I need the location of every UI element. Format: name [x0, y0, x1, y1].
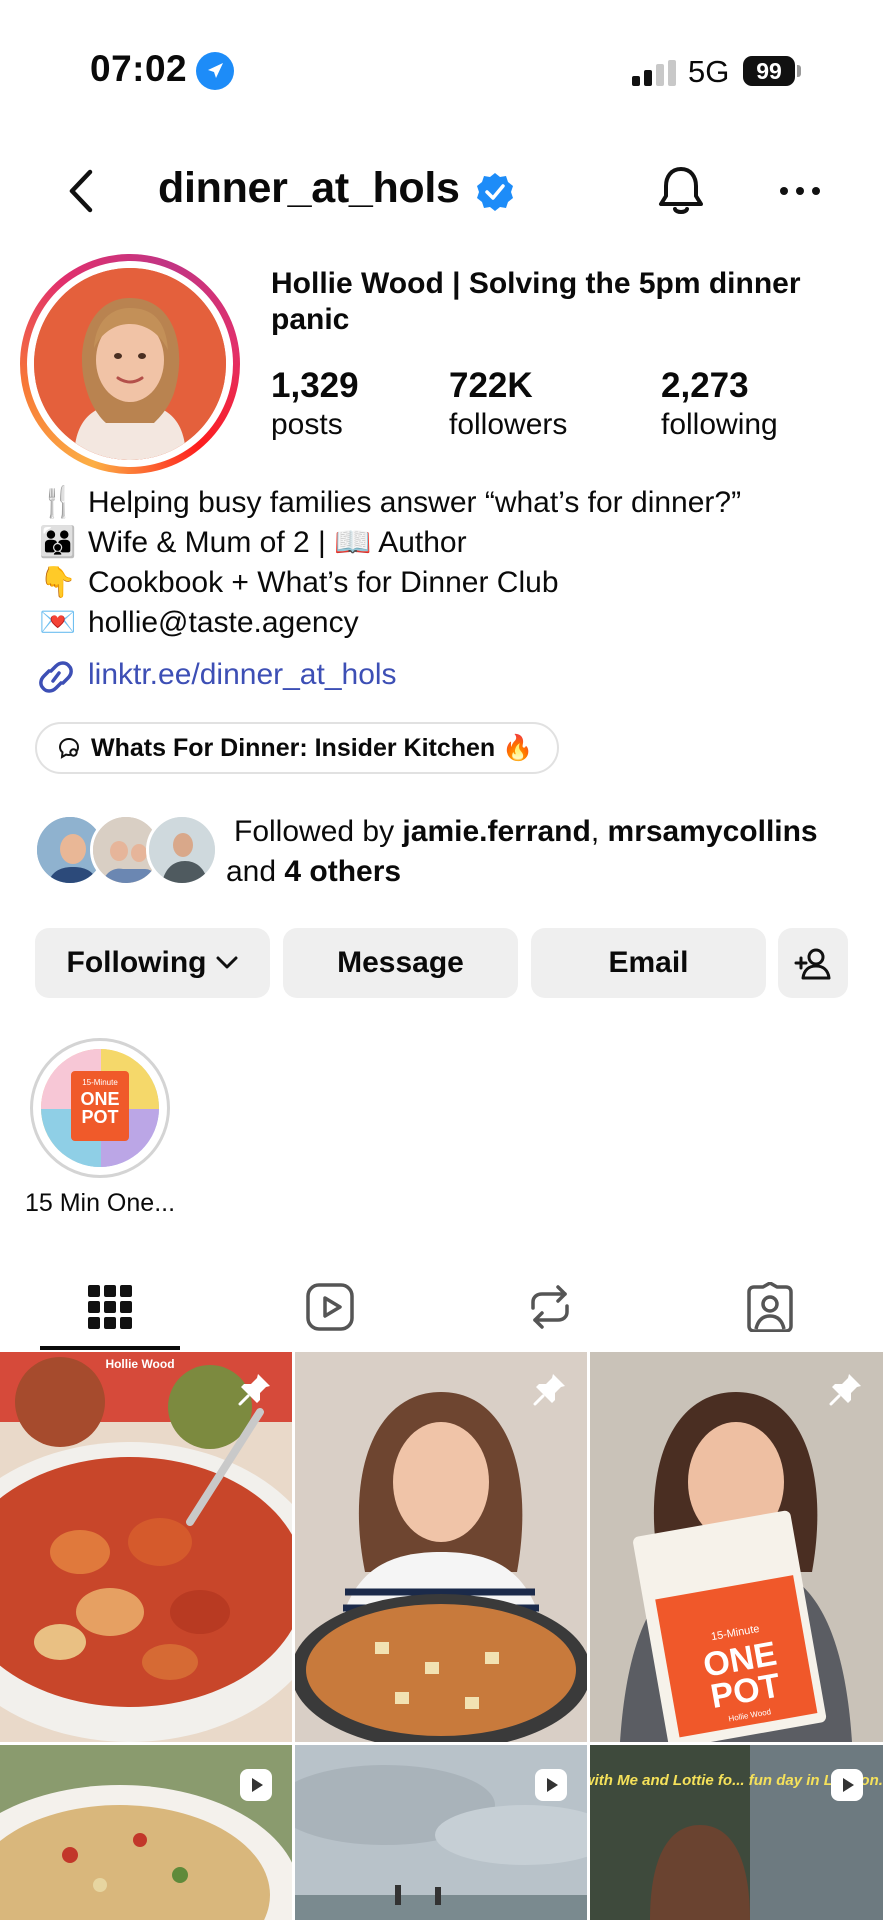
profile-link[interactable]: linktr.ee/dinner_at_hols [36, 651, 866, 699]
tab-reposts[interactable] [440, 1262, 660, 1352]
grid-icon [88, 1285, 132, 1329]
bio-line: 👇 Cookbook + What’s for Dinner Club [36, 563, 866, 603]
highlight-cover-line1: 15-Minute [82, 1078, 118, 1087]
profile-bio: 🍴 Helping busy families answer “what’s f… [36, 483, 866, 699]
grid-post[interactable]: Hollie Wood [0, 1352, 292, 1742]
family-icon: 👪 [39, 526, 77, 559]
highlight-label: 15 Min One... [24, 1189, 176, 1217]
highlight-cover: 15-Minute ONE POT [41, 1049, 159, 1167]
followed-by-text: Followed by jamie.ferrand, mrsamycollins… [226, 812, 874, 892]
bio-line: 💌 hollie@taste.agency [36, 603, 866, 643]
more-icon[interactable] [778, 178, 822, 204]
followed-by-and: and [226, 855, 285, 888]
status-time: 07:02 [90, 48, 188, 89]
profile-tabs [0, 1262, 883, 1352]
broadcast-channel-pill[interactable]: Whats For Dinner: Insider Kitchen 🔥 [35, 722, 560, 774]
love-letter-icon: 💌 [39, 606, 77, 639]
email-button[interactable]: Email [531, 928, 766, 998]
highlight-ring: 15-Minute ONE POT [30, 1038, 170, 1178]
bio-email[interactable]: hollie@taste.agency [88, 606, 359, 639]
pin-icon [829, 1374, 861, 1406]
battery-cap [797, 65, 801, 77]
profile-link-text: linktr.ee/dinner_at_hols [88, 658, 397, 691]
followed-by-prefix: Followed by [234, 815, 403, 848]
add-person-icon [794, 948, 831, 980]
pointing-down-icon: 👇 [39, 566, 77, 599]
following-count: 2,273 [661, 366, 749, 405]
fork-knife-icon: 🍴 [39, 486, 77, 519]
mutual-avatar [146, 814, 218, 886]
suggest-people-button[interactable] [778, 928, 848, 998]
grid-post[interactable]: 15-Minute ONE POT Hollie Wood [590, 1352, 883, 1742]
reels-icon [306, 1283, 354, 1331]
location-icon [196, 52, 234, 90]
pin-icon [533, 1374, 565, 1406]
avatar [34, 268, 226, 460]
followers-count: 722K [449, 366, 533, 405]
mutual-username[interactable]: jamie.ferrand [402, 815, 590, 848]
signal-icon [632, 60, 676, 86]
followers-stat[interactable]: 722K followers [449, 366, 567, 444]
grid-post[interactable] [295, 1745, 587, 1920]
tab-posts[interactable] [0, 1262, 220, 1352]
reel-icon [831, 1769, 863, 1801]
channel-icon [58, 737, 80, 759]
bio-line: 👪 Wife & Mum of 2 | 📖 Author [36, 523, 866, 563]
email-label: Email [608, 946, 689, 979]
highlight-cover-line2: ONE [80, 1089, 119, 1109]
posts-count: 1,329 [271, 366, 359, 405]
network-label: 5G [688, 54, 730, 89]
bio-line: 🍴 Helping busy families answer “what’s f… [36, 483, 866, 523]
back-icon[interactable] [62, 166, 102, 216]
chevron-down-icon [216, 956, 238, 969]
story-highlight[interactable]: 15-Minute ONE POT 15 Min One... [20, 1038, 180, 1220]
message-button[interactable]: Message [283, 928, 518, 998]
tab-reels[interactable] [220, 1262, 440, 1352]
bell-icon[interactable] [656, 164, 706, 218]
profile-username: dinner_at_hols [158, 164, 460, 212]
profile-header: dinner_at_hols [0, 150, 883, 232]
following-stat[interactable]: 2,273 following [661, 366, 778, 444]
tab-tagged[interactable] [660, 1262, 880, 1352]
separator: , [590, 815, 608, 848]
following-button[interactable]: Following [35, 928, 270, 998]
reposts-icon [531, 1285, 569, 1329]
reel-icon [535, 1769, 567, 1801]
post-banner-text: Hollie Wood [105, 1357, 174, 1371]
posts-label: posts [271, 408, 343, 441]
verified-icon [477, 173, 513, 211]
posts-stat[interactable]: 1,329 posts [271, 366, 359, 444]
channel-label: Whats For Dinner: Insider Kitchen 🔥 [91, 734, 534, 762]
bio-text: Cookbook + What’s for Dinner Club [88, 566, 559, 599]
profile-display-name: Hollie Wood | Solving the 5pm dinner pan… [271, 267, 801, 336]
link-icon [39, 661, 73, 693]
followed-by-row[interactable]: Followed by jamie.ferrand, mrsamycollins… [34, 812, 874, 888]
tagged-icon [747, 1282, 793, 1332]
grid-post[interactable] [0, 1745, 292, 1920]
bio-text: Helping busy families answer “what’s for… [88, 486, 742, 519]
following-label: Following [66, 946, 207, 979]
others-count[interactable]: 4 others [284, 855, 401, 888]
following-label: following [661, 408, 778, 441]
grid-post[interactable]: Come with Me and Lottie fo... fun day in… [590, 1745, 883, 1920]
active-tab-indicator [40, 1346, 180, 1350]
mutual-username[interactable]: mrsamycollins [608, 815, 818, 848]
reel-icon [240, 1769, 272, 1801]
highlight-cover-line3: POT [81, 1107, 118, 1127]
status-bar: 07:02 5G 99 [0, 0, 883, 130]
message-label: Message [337, 946, 464, 979]
battery-icon: 99 [743, 56, 795, 86]
pin-icon [238, 1374, 270, 1406]
grid-post[interactable] [295, 1352, 587, 1742]
bio-text: Wife & Mum of 2 | 📖 Author [88, 526, 467, 559]
posts-grid: Hollie Wood 15-Minute ONE POT Hollie Woo… [0, 1352, 883, 1920]
followers-label: followers [449, 408, 568, 441]
profile-avatar-story-ring[interactable] [20, 254, 240, 474]
